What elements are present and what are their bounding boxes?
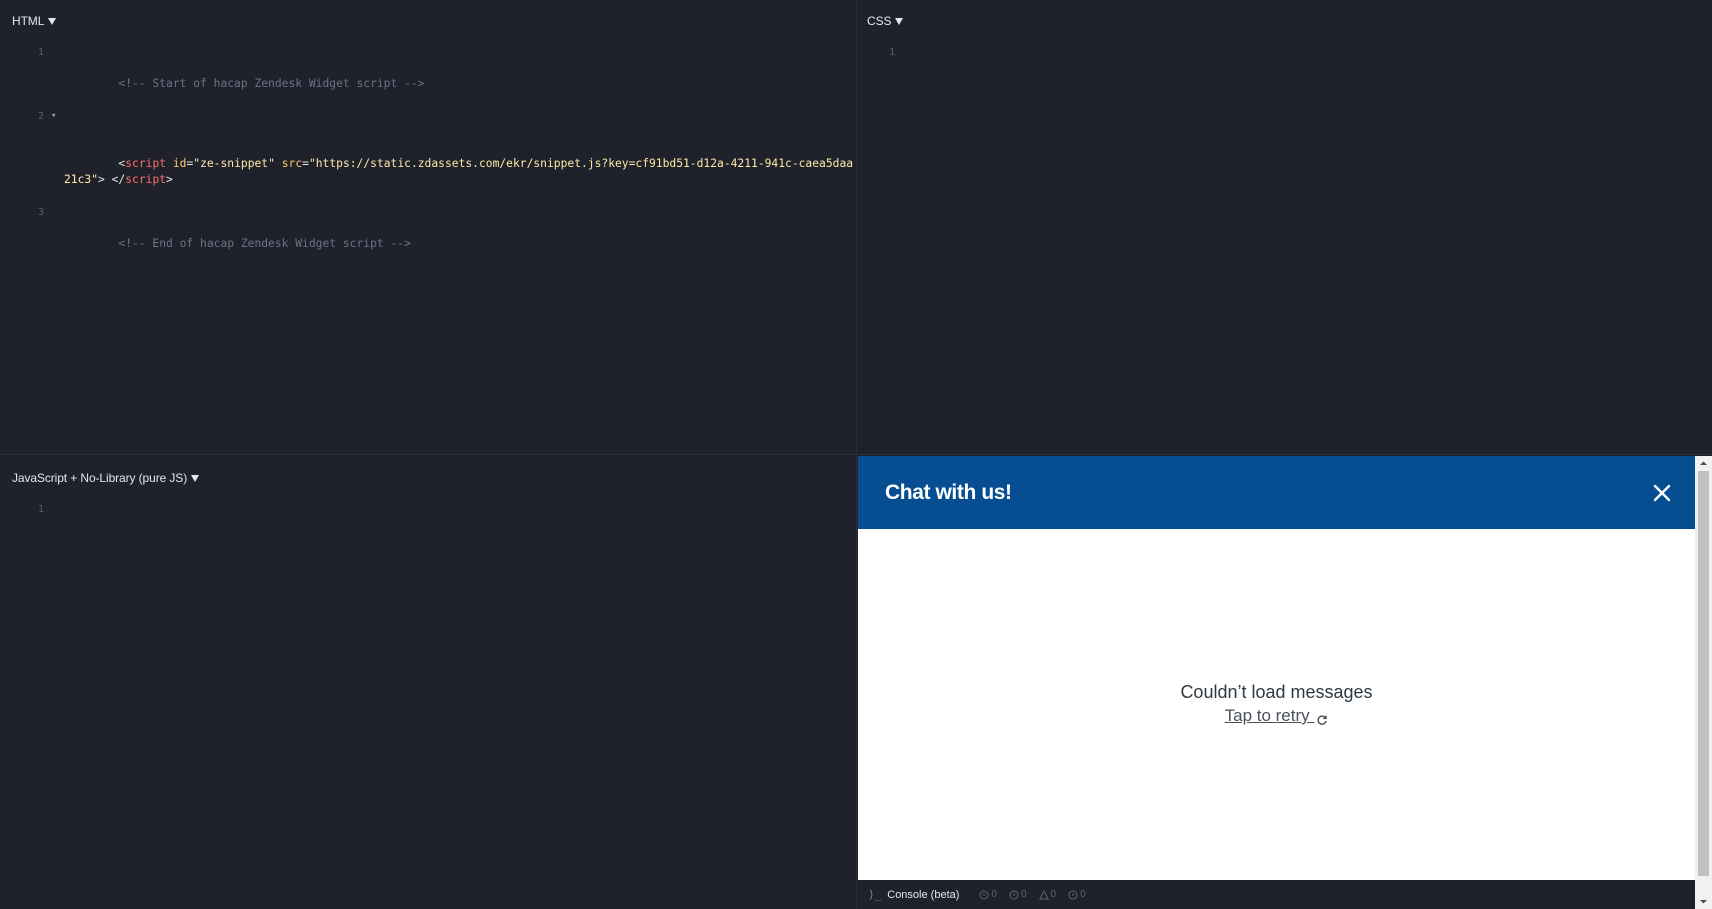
scrollbar-thumb[interactable] <box>1698 471 1709 876</box>
code-bracket: > </ <box>98 173 126 186</box>
line-number: 1 <box>37 504 44 515</box>
js-code[interactable]: 1 <box>0 501 856 549</box>
chat-header: Chat with us! <box>858 456 1695 529</box>
html-pane-menu[interactable]: HTML <box>12 14 57 28</box>
css-editor-pane[interactable]: CSS 1 <box>858 0 1712 455</box>
console-prompt-icon: ⟩_ <box>868 888 882 901</box>
count-value: 0 <box>1080 889 1086 900</box>
code-comment: <!-- End of hacap Zendesk Widget script … <box>118 237 411 250</box>
count-value: 0 <box>1020 889 1027 900</box>
close-icon[interactable] <box>1648 479 1676 507</box>
js-editor-pane[interactable]: JavaScript + No-Library (pure JS) 1 <box>0 456 857 909</box>
code-line[interactable]: 3 <!-- End of hacap Zendesk Widget scrip… <box>0 204 856 268</box>
code-line[interactable]: 1 <box>0 501 856 549</box>
info-icon <box>979 890 989 899</box>
error-message: Couldn’t load messages <box>1180 682 1373 702</box>
code-line[interactable]: 1 <box>858 44 1712 92</box>
retry-button[interactable]: Tap to retry <box>1225 706 1329 725</box>
scroll-down-arrow-icon[interactable] <box>1695 894 1712 909</box>
css-code[interactable]: 1 <box>858 44 1712 92</box>
result-pane: Chat with us! Couldn’t load messages Tap… <box>858 456 1712 909</box>
refresh-icon <box>1316 711 1328 725</box>
code-attribute: src <box>281 157 303 170</box>
vertical-scrollbar[interactable] <box>1695 456 1712 909</box>
line-number: 2 <box>37 111 44 122</box>
code-equals: = <box>302 157 309 170</box>
fold-arrow-icon[interactable]: ▾ <box>51 108 56 124</box>
html-code[interactable]: 1 <!-- Start of hacap Zendesk Widget scr… <box>0 44 856 268</box>
retry-label: Tap to retry <box>1224 706 1315 725</box>
console-warning-count: 0 <box>1038 889 1057 900</box>
console-toggle[interactable]: Console (beta) <box>887 889 959 901</box>
error-icon <box>1068 890 1078 899</box>
line-number: 1 <box>888 47 895 58</box>
count-value: 0 <box>991 889 997 900</box>
caret-down-icon <box>191 474 200 482</box>
console-bar[interactable]: ⟩_ Console (beta) 0 0 0 0 <box>858 880 1695 909</box>
js-pane-menu[interactable]: JavaScript + No-Library (pure JS) <box>12 471 200 485</box>
info-icon <box>1009 890 1019 899</box>
warning-icon <box>1038 889 1049 899</box>
code-attribute: id <box>172 157 187 170</box>
line-number: 1 <box>37 47 44 58</box>
console-info-count: 0 <box>979 889 997 900</box>
code-string: "ze-snippet" <box>193 157 275 170</box>
code-line[interactable]: 2 ▾ <script id="ze-snippet" src="https:/… <box>0 108 856 204</box>
css-pane-menu[interactable]: CSS <box>867 14 904 28</box>
line-number: 3 <box>37 207 44 218</box>
code-comment: <!-- Start of hacap Zendesk Widget scrip… <box>118 77 425 90</box>
js-pane-label: JavaScript + No-Library (pure JS) <box>12 471 188 485</box>
code-tag: script <box>125 173 167 186</box>
html-pane-label: HTML <box>12 14 45 28</box>
chat-title: Chat with us! <box>885 481 1012 504</box>
chat-widget: Chat with us! Couldn’t load messages Tap… <box>858 456 1695 880</box>
retry-container: Tap to retry <box>858 706 1695 726</box>
count-value: 0 <box>1050 889 1057 900</box>
caret-down-icon <box>48 17 57 25</box>
console-error-count: 0 <box>1068 889 1086 900</box>
code-tag: script <box>125 157 167 170</box>
code-line[interactable]: 1 <!-- Start of hacap Zendesk Widget scr… <box>0 44 856 108</box>
jsfiddle-app: HTML 1 <!-- Start of hacap Zendesk Widge… <box>0 0 1712 909</box>
code-bracket: > <box>166 173 173 186</box>
console-log-count: 0 <box>1009 889 1027 900</box>
caret-down-icon <box>895 17 904 25</box>
html-editor-pane[interactable]: HTML 1 <!-- Start of hacap Zendesk Widge… <box>0 0 857 455</box>
scroll-up-arrow-icon[interactable] <box>1695 456 1712 471</box>
css-pane-label: CSS <box>867 14 892 28</box>
chat-body: Couldn’t load messages Tap to retry <box>858 529 1695 880</box>
